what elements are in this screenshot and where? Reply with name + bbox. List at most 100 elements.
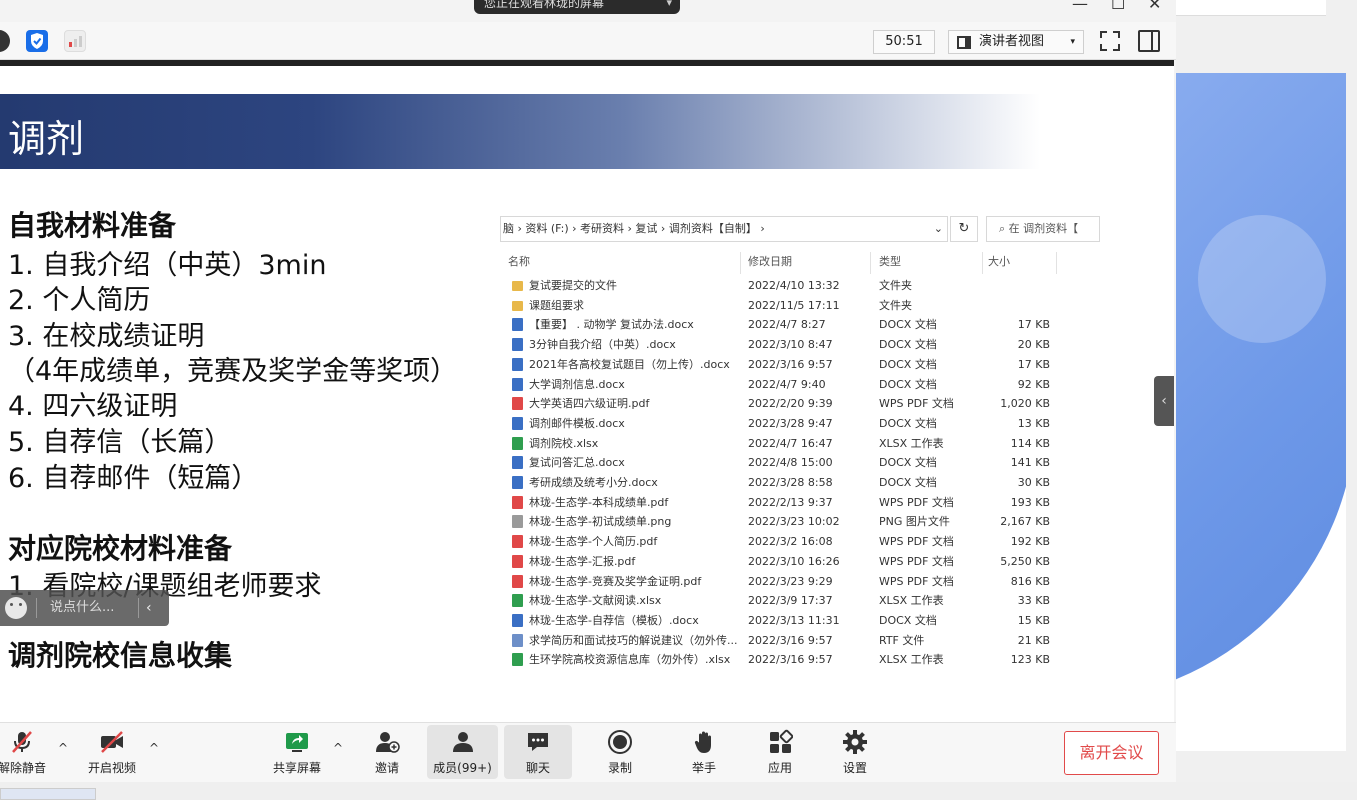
record-icon [608,730,632,754]
screen-share-banner[interactable]: 您正在观看林珑的屏幕 ▾ [474,0,680,14]
raise-hand-button[interactable]: 举手 [670,725,738,779]
record-button[interactable]: 录制 [586,725,654,779]
file-row: 3分钟自我介绍（中英）.docx 2022/3/10 8:47 DOCX 文档 20 … [500,335,1100,354]
file-type: DOCX 文档 [879,456,937,470]
members-label: 成员(99+) [433,761,492,775]
unmute-button[interactable]: 解除静音 [0,725,56,779]
file-type: WPS PDF 文档 [879,397,954,411]
file-name: 求学简历和面试技巧的解说建议（勿外传... [529,633,738,647]
file-name: 【重要】 . 动物学 复试办法.docx [529,318,694,332]
video-tile[interactable] [1176,73,1346,751]
file-row: 林珑-生态学-文献阅读.xlsx 2022/3/9 17:37 XLSX 工作表 33… [500,591,1100,610]
signal-icon[interactable] [64,30,86,52]
emoji-icon[interactable] [5,597,27,619]
file-type: DOCX 文档 [879,416,937,430]
sidebar-toggle-icon[interactable] [1138,30,1160,52]
apps-label: 应用 [767,761,792,775]
file-row: 调剂邮件模板.docx 2022/3/28 9:47 DOCX 文档 13 KB [500,414,1100,433]
file-type: DOCX 文档 [879,338,937,352]
file-name: 3分钟自我介绍（中英）.docx [529,338,676,352]
chevron-up-icon[interactable]: ^ [58,741,68,755]
side-collapse-button[interactable]: ‹ [1154,376,1174,426]
chevron-up-icon[interactable]: ^ [333,741,343,755]
minimize-button[interactable]: — [1072,0,1088,13]
share-screen-icon [286,733,308,752]
meeting-timer: 50:51 [873,30,935,54]
divider [1056,252,1057,274]
file-size: 123 KB [1010,653,1050,667]
invite-button[interactable]: 邀请 [353,725,421,779]
file-row: 考研成绩及统考小分.docx 2022/3/28 8:58 DOCX 文档 30 KB [500,473,1100,492]
maximize-button[interactable]: ☐ [1111,0,1125,13]
column-header-date: 修改日期 [748,255,792,268]
file-row: 2021年各高校复试题目（勿上传）.docx 2022/3/16 9:57 DOCX… [500,355,1100,374]
file-type: WPS PDF 文档 [879,535,954,549]
thumbnail[interactable] [0,788,96,800]
chat-button[interactable]: 聊天 [504,725,572,779]
leave-meeting-button[interactable]: 离开会议 [1064,731,1159,775]
presenter-view-icon [957,36,971,49]
screen-share-banner-text: 您正在观看林珑的屏幕 [484,0,605,10]
file-type: RTF 文件 [879,633,925,647]
divider [138,598,139,618]
file-row: 求学简历和面试技巧的解说建议（勿外传... 2022/3/16 9:57 RTF 文… [500,631,1100,650]
file-row: 林珑-生态学-初试成绩单.png 2022/3/23 10:02 PNG 图片文件 2… [500,512,1100,531]
file-name: 课题组要求 [529,298,584,312]
chat-placeholder[interactable]: 说点什么... [50,590,114,626]
list-item: 3. 在校成绩证明 [8,321,205,352]
file-name: 林珑-生态学-初试成绩单.png [529,515,672,529]
docx-icon [512,377,523,391]
file-name: 大学英语四六级证明.pdf [529,397,650,411]
docx-icon [512,613,523,627]
members-button[interactable]: 成员(99+) [427,725,498,779]
file-type: DOCX 文档 [879,613,937,627]
apps-button[interactable]: 应用 [746,725,814,779]
file-type: WPS PDF 文档 [879,495,954,509]
file-name: 林珑-生态学-本科成绩单.pdf [529,495,669,509]
raise-hand-label: 举手 [691,761,716,775]
file-size: 17 KB [1017,357,1050,371]
file-date: 2022/3/16 9:57 [748,653,833,667]
file-row: 林珑-生态学-本科成绩单.pdf 2022/2/13 9:37 WPS PDF 文档… [500,493,1100,512]
shared-slide: 调剂 自我材料准备 1. 自我介绍（中英）3min 2. 个人简历 3. 在校成… [0,66,1174,722]
file-row: 课题组要求 2022/11/5 17:11 文件夹 [500,296,1100,315]
file-size: 17 KB [1017,318,1050,332]
fullscreen-icon[interactable] [1099,30,1121,52]
share-screen-button[interactable]: 共享屏幕 [263,725,331,779]
view-mode-dropdown[interactable]: 演讲者视图 ▾ [948,30,1084,54]
panel-header [1176,0,1326,16]
background-shape [1176,73,1346,701]
settings-label: 设置 [842,761,867,775]
shield-icon[interactable] [26,30,48,52]
pdf-icon [512,554,523,568]
gallery-panel [1176,0,1357,800]
column-header-name: 名称 [508,255,530,268]
docx-icon [512,338,523,352]
file-date: 2022/3/9 17:37 [748,594,833,608]
chevron-down-icon[interactable]: ▾ [666,0,672,14]
close-button[interactable]: ✕ [1148,0,1161,13]
settings-button[interactable]: 设置 [821,725,889,779]
pdf-icon [512,574,523,588]
file-date: 2022/3/28 9:47 [748,416,833,430]
file-row: 大学调剂信息.docx 2022/4/7 9:40 DOCX 文档 92 KB [500,375,1100,394]
file-type: WPS PDF 文档 [879,554,954,568]
file-size: 816 KB [1010,574,1050,588]
chat-input-bar[interactable]: 说点什么... ‹ [0,590,169,626]
file-size: 193 KB [1010,495,1050,509]
unmute-label: 解除静音 [0,761,46,775]
file-size: 92 KB [1017,377,1050,391]
list-item: 1. 自我介绍（中英）3min [8,250,327,281]
pdf-icon [512,397,523,411]
section-heading: 自我材料准备 [8,209,177,242]
chevron-up-icon[interactable]: ^ [149,741,159,755]
folder-icon [512,281,523,291]
file-size: 20 KB [1017,338,1050,352]
status-icon [0,30,10,52]
column-header-type: 类型 [879,255,901,268]
start-video-button[interactable]: 开启视频 [78,725,146,779]
taskbar-strip [0,782,1357,800]
collapse-icon[interactable]: ‹ [146,590,152,626]
file-type: XLSX 工作表 [879,594,944,608]
list-item: 5. 自荐信（长篇） [8,427,232,458]
